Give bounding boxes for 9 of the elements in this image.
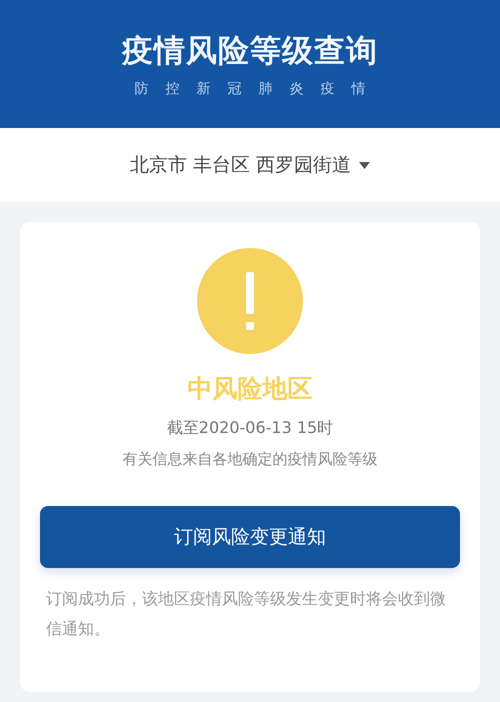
- source-note: 有关信息来自各地确定的疫情风险等级: [122, 448, 378, 470]
- subscribe-note: 订阅成功后，该地区疫情风险等级发生变更时将会收到微信通知。: [45, 588, 447, 640]
- page-subtitle: 防控新冠肺炎疫情: [134, 80, 382, 99]
- location-selector[interactable]: 北京市 丰台区 西罗园街道: [130, 150, 370, 180]
- subscribe-button[interactable]: 订阅风险变更通知: [40, 506, 460, 568]
- page-title: 疫情风险等级查询: [122, 32, 378, 72]
- caret-icon: [359, 162, 370, 168]
- risk-level-label: 中风险地区: [188, 373, 312, 405]
- update-time: 截至2020-06-13 15时: [166, 416, 334, 438]
